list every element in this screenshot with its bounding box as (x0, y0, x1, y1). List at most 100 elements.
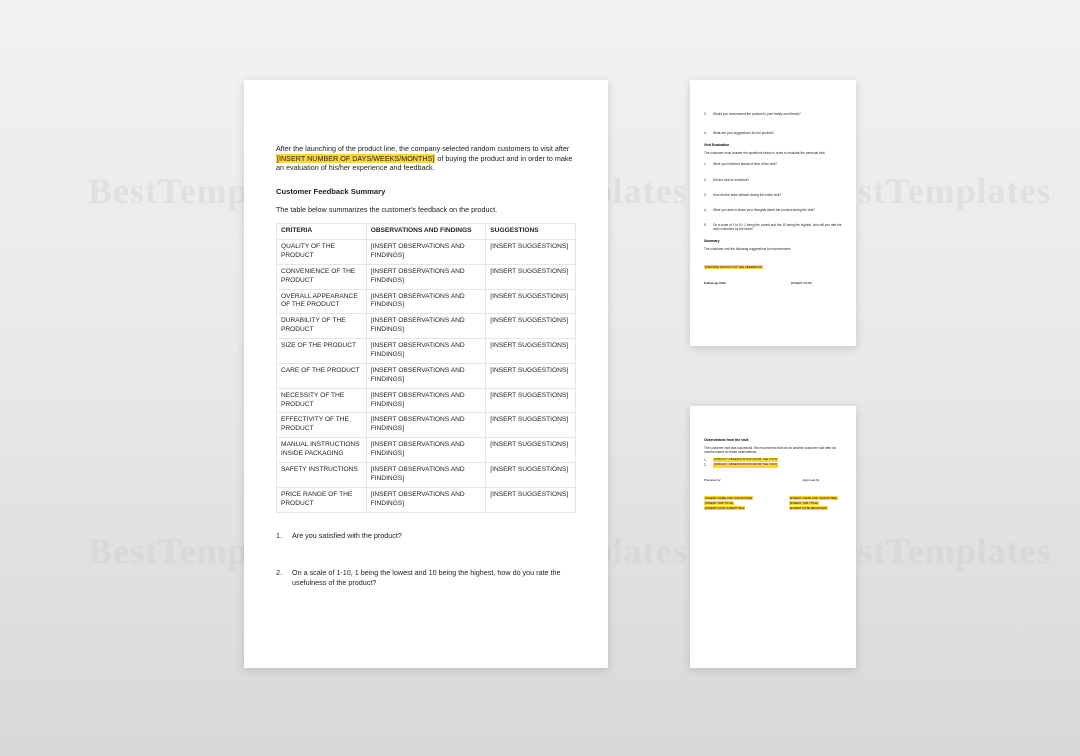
table-cell: [INSERT SUGGESTIONS] (486, 413, 576, 438)
table-cell: [INSERT SUGGESTIONS] (486, 339, 576, 364)
p2-e3-num: 3. (704, 193, 710, 197)
table-cell: [INSERT SUGGESTIONS] (486, 363, 576, 388)
table-row: NECESSITY OF THE PRODUCT[INSERT OBSERVAT… (277, 388, 576, 413)
table-cell: [INSERT OBSERVATIONS AND FINDINGS] (366, 264, 486, 289)
p3-b2-num: 2. (704, 463, 710, 467)
table-cell: [INSERT SUGGESTIONS] (486, 388, 576, 413)
table-cell: [INSERT SUGGESTIONS] (486, 438, 576, 463)
p3-b1-num: 1. (704, 458, 710, 462)
table-cell: PRICE RANGE OF THE PRODUCT (277, 487, 367, 512)
table-cell: [INSERT SUGGESTIONS] (486, 463, 576, 488)
p3-signature-block: [INSERT NAME AND SIGNATURE] [INSERT JOB … (704, 496, 842, 511)
th-suggestions: SUGGESTIONS (486, 224, 576, 240)
table-cell: DURABILITY OF THE PRODUCT (277, 314, 367, 339)
p3-sig2-date: [INSERT DATE RECEIVED] (789, 506, 828, 510)
table-cell: [INSERT OBSERVATIONS AND FINDINGS] (366, 314, 486, 339)
p2-e1: 1.Were you informed ahead of time of the… (704, 162, 842, 166)
table-cell: [INSERT SUGGESTIONS] (486, 314, 576, 339)
p3-bullet-2: 2.[SPECIFY OBSERVATIONS FROM THE VISIT] (704, 463, 842, 467)
table-row: SIZE OF THE PRODUCT[INSERT OBSERVATIONS … (277, 339, 576, 364)
table-cell: [INSERT OBSERVATIONS AND FINDINGS] (366, 413, 486, 438)
table-cell: EFFECTIVITY OF THE PRODUCT (277, 413, 367, 438)
p2-subtext: The customer must answer the questions b… (704, 151, 842, 155)
p2-q4-num: 4. (704, 131, 710, 135)
p2-followup-row: Follow-up Visit: [INSERT DATE] (704, 281, 842, 285)
p2-e4-text: Were you able to share your thoughts abo… (713, 208, 815, 212)
p2-followup-value: [INSERT DATE] (791, 281, 812, 285)
p3-obs-title: Observations from the visit: (704, 438, 842, 442)
p3-obs-text: The customer visit was successful. We re… (704, 446, 842, 454)
table-cell: [INSERT OBSERVATIONS AND FINDINGS] (366, 363, 486, 388)
section-title: Customer Feedback Summary (276, 187, 576, 197)
q1-num: 1. (276, 531, 286, 541)
table-cell: SIZE OF THE PRODUCT (277, 339, 367, 364)
p2-e2: 2.Did the visit on schedule? (704, 178, 842, 182)
p2-e2-num: 2. (704, 178, 710, 182)
table-row: DURABILITY OF THE PRODUCT[INSERT OBSERVA… (277, 314, 576, 339)
intro-highlight: [INSERT NUMBER OF DAYS/WEEKS/MONTHS] (276, 154, 435, 163)
q2-num: 2. (276, 568, 286, 587)
table-row: PRICE RANGE OF THE PRODUCT[INSERT OBSERV… (277, 487, 576, 512)
p2-e2-text: Did the visit on schedule? (713, 178, 749, 182)
p3-sig2-title: [INSERT JOB TITLE] (789, 501, 819, 505)
table-cell: OVERALL APPEARANCE OF THE PRODUCT (277, 289, 367, 314)
p3-b2-text: [SPECIFY OBSERVATIONS FROM THE VISIT] (713, 463, 778, 467)
table-cell: MANUAL INSTRUCTIONS INSIDE PACKAGING (277, 438, 367, 463)
p2-e3: 3.How did the team behave during the ent… (704, 193, 842, 197)
table-cell: [INSERT SUGGESTIONS] (486, 240, 576, 265)
table-cell: [INSERT OBSERVATIONS AND FINDINGS] (366, 339, 486, 364)
table-intro: The table below summarizes the customer'… (276, 205, 576, 215)
table-row: EFFECTIVITY OF THE PRODUCT[INSERT OBSERV… (277, 413, 576, 438)
table-row: OVERALL APPEARANCE OF THE PRODUCT[INSERT… (277, 289, 576, 314)
p2-e5-text: On a scale of 1 to 10, 1 being the lowes… (713, 223, 842, 231)
p2-summary-text: The customer had the following suggestio… (704, 247, 842, 251)
p2-q3-num: 3. (704, 112, 710, 116)
table-header-row: CRITERIA OBSERVATIONS AND FINDINGS SUGGE… (277, 224, 576, 240)
p3-prepared-label: Prepared by: (704, 478, 721, 482)
table-cell: [INSERT OBSERVATIONS AND FINDINGS] (366, 240, 486, 265)
page-thumb-3: Observations from the visit: The custome… (690, 406, 856, 668)
table-cell: [INSERT SUGGESTIONS] (486, 289, 576, 314)
p2-e4: 4.Were you able to share your thoughts a… (704, 208, 842, 212)
p2-summary-highlight: [PROVIDE DETAILS OF THE FEEDBACK] (704, 265, 763, 269)
p2-summary-title: Summary (704, 239, 842, 243)
p3-approved-label: Approved by: (802, 478, 820, 482)
table-row: SAFETY INSTRUCTIONS[INSERT OBSERVATIONS … (277, 463, 576, 488)
p2-e3-text: How did the team behave during the entir… (713, 193, 781, 197)
feedback-table: CRITERIA OBSERVATIONS AND FINDINGS SUGGE… (276, 223, 576, 512)
p2-q3-text: Would you recommend the product to your … (713, 112, 801, 116)
canvas: BestTemplates BestTemplates BestTemplate… (0, 0, 1080, 756)
th-observations: OBSERVATIONS AND FINDINGS (366, 224, 486, 240)
table-cell: [INSERT SUGGESTIONS] (486, 487, 576, 512)
p2-e1-text: Were you informed ahead of time of the v… (713, 162, 777, 166)
q2-text: On a scale of 1-10, 1 being the lowest a… (292, 568, 576, 587)
p2-q4: 4.What are your suggestions for the prod… (704, 131, 842, 135)
p2-q3: 3.Would you recommend the product to you… (704, 112, 842, 116)
table-cell: [INSERT OBSERVATIONS AND FINDINGS] (366, 289, 486, 314)
table-cell: [INSERT OBSERVATIONS AND FINDINGS] (366, 438, 486, 463)
p2-section-title: Visit Evaluation (704, 143, 842, 147)
p2-e4-num: 4. (704, 208, 710, 212)
table-row: CARE OF THE PRODUCT[INSERT OBSERVATIONS … (277, 363, 576, 388)
table-row: MANUAL INSTRUCTIONS INSIDE PACKAGING[INS… (277, 438, 576, 463)
table-cell: [INSERT SUGGESTIONS] (486, 264, 576, 289)
table-row: CONVENIENCE OF THE PRODUCT[INSERT OBSERV… (277, 264, 576, 289)
page-main: After the launching of the product line,… (244, 80, 608, 668)
table-cell: SAFETY INSTRUCTIONS (277, 463, 367, 488)
intro-paragraph: After the launching of the product line,… (276, 144, 576, 173)
p3-sig2-name: [INSERT NAME AND SIGNATURE] (789, 496, 838, 500)
th-criteria: CRITERIA (277, 224, 367, 240)
table-cell: [INSERT OBSERVATIONS AND FINDINGS] (366, 463, 486, 488)
question-1: 1. Are you satisfied with the product? (276, 531, 576, 541)
table-row: QUALITY OF THE PRODUCT[INSERT OBSERVATIO… (277, 240, 576, 265)
p3-sig1-name: [INSERT NAME AND SIGNATURE] (704, 496, 753, 500)
table-cell: NECESSITY OF THE PRODUCT (277, 388, 367, 413)
table-cell: [INSERT OBSERVATIONS AND FINDINGS] (366, 487, 486, 512)
table-cell: [INSERT OBSERVATIONS AND FINDINGS] (366, 388, 486, 413)
table-cell: QUALITY OF THE PRODUCT (277, 240, 367, 265)
p3-sig-right: [INSERT NAME AND SIGNATURE] [INSERT JOB … (789, 496, 838, 511)
p3-sig1-title: [INSERT JOB TITLE] (704, 501, 734, 505)
question-2: 2. On a scale of 1-10, 1 being the lowes… (276, 568, 576, 587)
p2-e1-num: 1. (704, 162, 710, 166)
table-cell: CARE OF THE PRODUCT (277, 363, 367, 388)
